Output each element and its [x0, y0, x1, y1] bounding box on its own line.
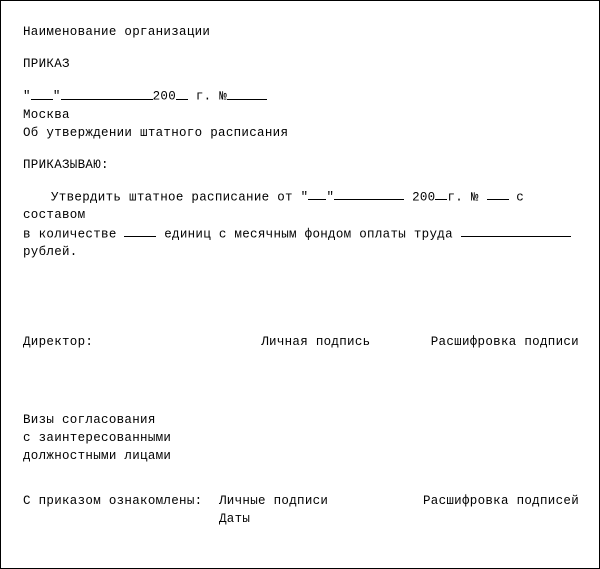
signature-row: Директор: Личная подпись Расшифровка под… [23, 333, 579, 351]
visa-line1: Визы согласования [23, 411, 579, 429]
year-suffix: г. № [188, 90, 227, 104]
day-blank [31, 87, 53, 99]
body1-a: Утвердить штатное расписание от " [51, 190, 308, 204]
date-number-line: " " 200 г. № [23, 87, 579, 105]
ack-row: С приказом ознакомлены: Личные подписи Д… [23, 492, 579, 528]
visa-line2: с заинтересованными [23, 429, 579, 447]
body1-year-blank [435, 188, 447, 200]
body1-b: " [326, 190, 334, 204]
body1-num-blank [487, 188, 509, 200]
doc-type: ПРИКАЗ [23, 55, 579, 73]
sign-col2: Личная подпись [261, 333, 370, 351]
sign-col3: Расшифровка подписи [431, 333, 579, 351]
body1-day-blank [308, 188, 326, 200]
body1-c: 200 [404, 190, 435, 204]
order-body-line2: в количестве единиц с месячным фондом оп… [23, 225, 579, 243]
body1-month-blank [334, 188, 404, 200]
ack-c2b: Даты [219, 510, 328, 528]
body2-fund-blank [461, 225, 571, 237]
document-page: Наименование организации ПРИКАЗ " " 200 г.… [0, 0, 600, 569]
ack-c2a: Личные подписи [219, 492, 328, 510]
body2-a: в количестве [23, 227, 124, 241]
visa-line3: должностными лицами [23, 447, 579, 465]
ack-c3: Расшифровка подписей [423, 492, 579, 510]
body1-d: г. № [447, 190, 486, 204]
org-name-label: Наименование организации [23, 23, 579, 41]
order-body-line3: рублей. [23, 243, 579, 261]
city: Москва [23, 106, 579, 124]
ack-l1: С приказом ознакомлены: [23, 492, 219, 510]
month-blank [61, 87, 153, 99]
sign-role: Директор: [23, 333, 201, 351]
quote-close: " [53, 90, 61, 104]
order-verb: ПРИКАЗЫВАЮ: [23, 156, 579, 174]
quote-open: " [23, 90, 31, 104]
body2-qty-blank [124, 225, 156, 237]
year-prefix: 200 [153, 90, 176, 104]
body2-b: единиц с месячным фондом оплаты труда [156, 227, 460, 241]
year-digit-blank [176, 87, 188, 99]
subject: Об утверждении штатного расписания [23, 124, 579, 142]
order-body-line1: Утвердить штатное расписание от " " 200 г.… [23, 188, 579, 225]
number-blank [227, 87, 267, 99]
